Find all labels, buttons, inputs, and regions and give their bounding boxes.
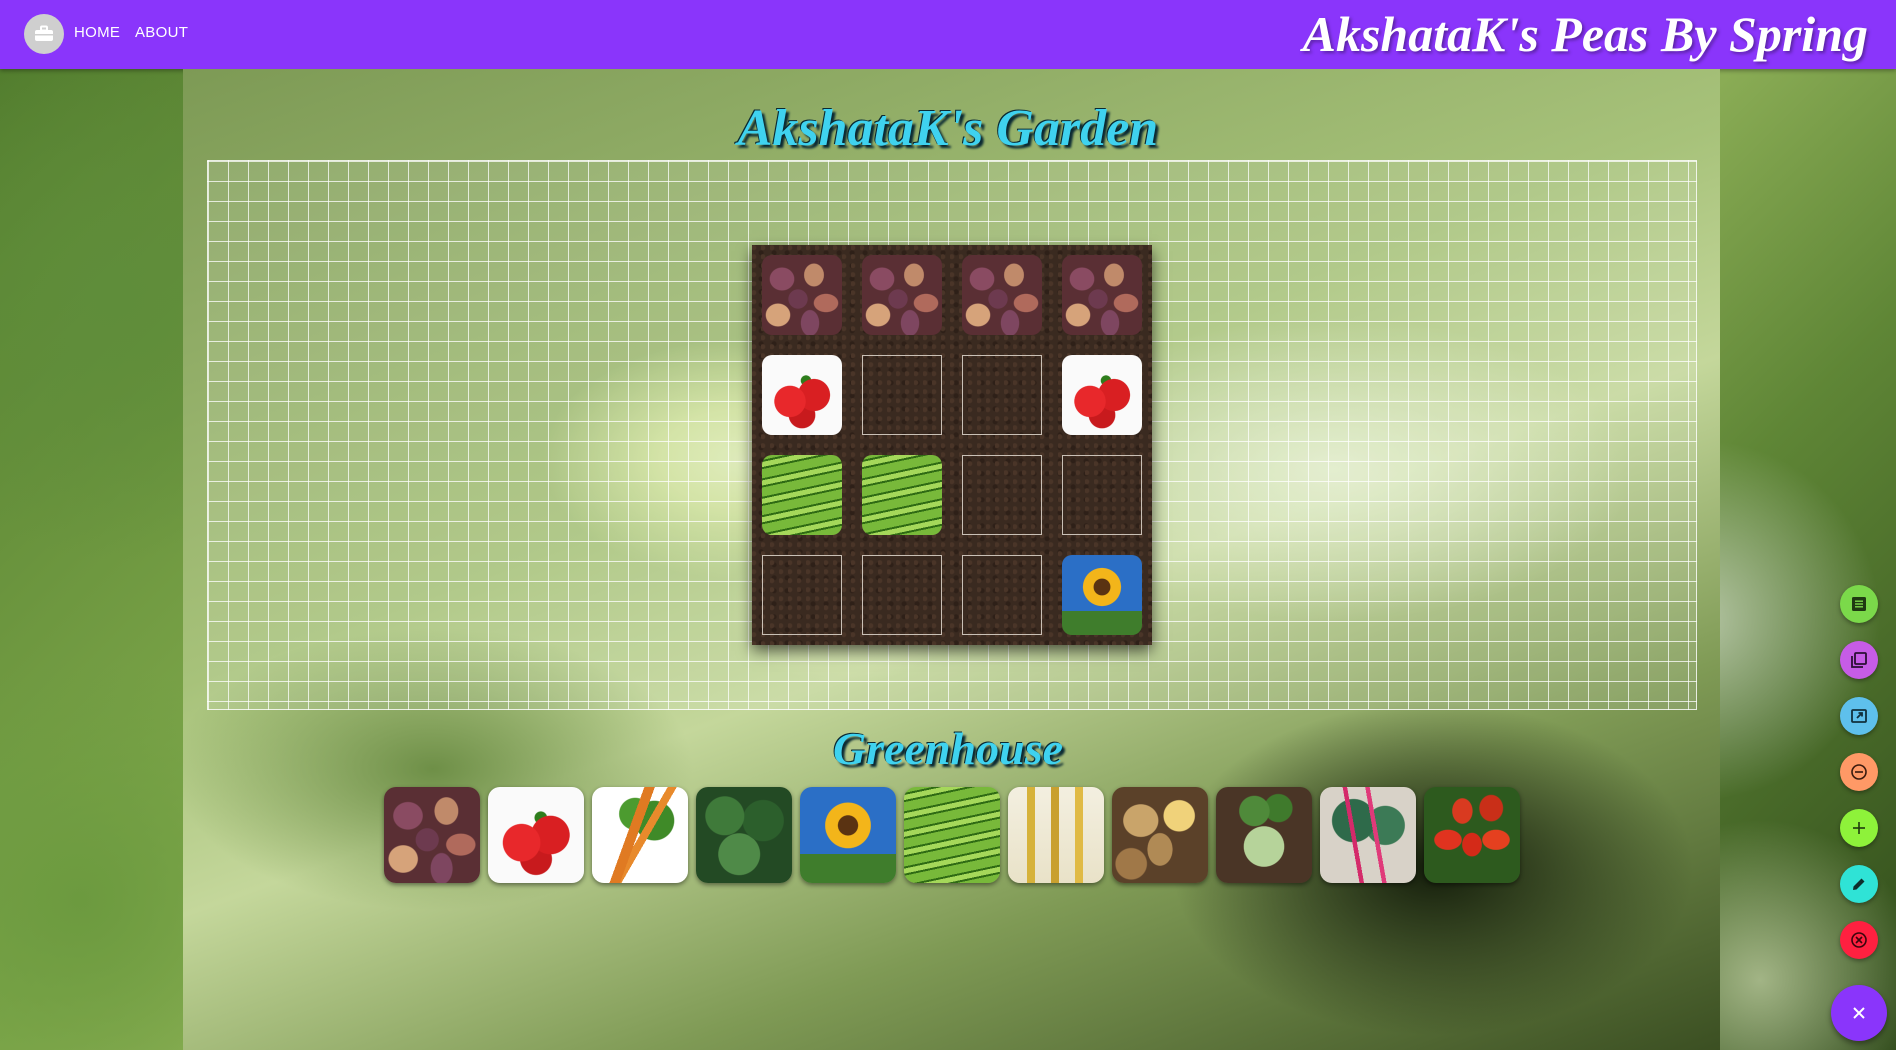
roma-tomato-image — [1424, 787, 1520, 883]
copy-icon — [1851, 652, 1867, 668]
potato-purple-image — [762, 255, 842, 335]
garden-plot-1-3[interactable] — [962, 255, 1042, 335]
speed-dial-toggle-button[interactable] — [1831, 985, 1887, 1041]
main-panel: AkshataK's Garden Greenhouse — [183, 69, 1720, 1050]
potato-purple-image — [384, 787, 480, 883]
greenhouse-title: Greenhouse — [832, 723, 1064, 774]
list-icon — [1852, 597, 1866, 611]
garden-plot-3-1[interactable] — [762, 455, 842, 535]
garden-plot-2-1[interactable] — [762, 355, 842, 435]
greenhouse-item-sunflower[interactable] — [800, 787, 896, 883]
chard-image — [1320, 787, 1416, 883]
potato-gold-image — [1112, 787, 1208, 883]
briefcase-icon[interactable] — [24, 14, 64, 54]
tomato-image — [1062, 355, 1142, 435]
greenhouse-item-chard[interactable] — [1320, 787, 1416, 883]
brand-title: AkshataK's Peas By Spring — [1302, 6, 1868, 62]
edit-icon — [1853, 878, 1865, 890]
peas-image — [862, 455, 942, 535]
close-icon — [1853, 1007, 1865, 1019]
garden-plot-1-4[interactable] — [1062, 255, 1142, 335]
copy-action-button[interactable] — [1840, 641, 1878, 679]
sunflower-image — [800, 787, 896, 883]
top-navbar: HOME ABOUT AkshataK's Peas By Spring — [0, 0, 1896, 69]
peas-image — [762, 455, 842, 535]
remove-icon — [1851, 764, 1867, 780]
garden-plot-4-2[interactable] — [862, 555, 942, 635]
greenhouse-item-potato-purple[interactable] — [384, 787, 480, 883]
potato-purple-image — [1062, 255, 1142, 335]
greenhouse-tray — [384, 787, 1520, 883]
add-icon — [1853, 822, 1865, 834]
greenhouse-item-corn[interactable] — [1008, 787, 1104, 883]
greenhouse-item-roma-tomato[interactable] — [1424, 787, 1520, 883]
garden-plot-3-4[interactable] — [1062, 455, 1142, 535]
potato-purple-image — [862, 255, 942, 335]
export-action-button[interactable] — [1840, 697, 1878, 735]
kohlrabi-image — [1216, 787, 1312, 883]
tomato-image — [488, 787, 584, 883]
delete-icon — [1851, 932, 1867, 948]
greenhouse-item-carrot[interactable] — [592, 787, 688, 883]
peas-image — [904, 787, 1000, 883]
remove-action-button[interactable] — [1840, 753, 1878, 791]
kale-image — [696, 787, 792, 883]
nav-about-link[interactable]: ABOUT — [135, 24, 188, 41]
nav-home-link[interactable]: HOME — [74, 24, 120, 41]
carrot-image — [592, 787, 688, 883]
edit-action-button[interactable] — [1840, 865, 1878, 903]
greenhouse-item-tomato[interactable] — [488, 787, 584, 883]
garden-plot-3-2[interactable] — [862, 455, 942, 535]
corn-image — [1008, 787, 1104, 883]
garden-plot-2-2[interactable] — [862, 355, 942, 435]
garden-bed — [752, 245, 1152, 645]
delete-action-button[interactable] — [1840, 921, 1878, 959]
garden-title: AkshataK's Garden — [737, 100, 1159, 157]
garden-plot-4-1[interactable] — [762, 555, 842, 635]
garden-plot-4-3[interactable] — [962, 555, 1042, 635]
garden-plot-2-3[interactable] — [962, 355, 1042, 435]
list-action-button[interactable] — [1840, 585, 1878, 623]
garden-plot-1-2[interactable] — [862, 255, 942, 335]
greenhouse-item-peas[interactable] — [904, 787, 1000, 883]
export-icon — [1851, 709, 1867, 723]
garden-plot-2-4[interactable] — [1062, 355, 1142, 435]
greenhouse-item-potato-gold[interactable] — [1112, 787, 1208, 883]
garden-plot-3-3[interactable] — [962, 455, 1042, 535]
garden-plot-4-4[interactable] — [1062, 555, 1142, 635]
potato-purple-image — [962, 255, 1042, 335]
add-action-button[interactable] — [1840, 809, 1878, 847]
tomato-image — [762, 355, 842, 435]
garden-plot-1-1[interactable] — [762, 255, 842, 335]
greenhouse-item-kale[interactable] — [696, 787, 792, 883]
sunflower-image — [1062, 555, 1142, 635]
greenhouse-item-kohlrabi[interactable] — [1216, 787, 1312, 883]
